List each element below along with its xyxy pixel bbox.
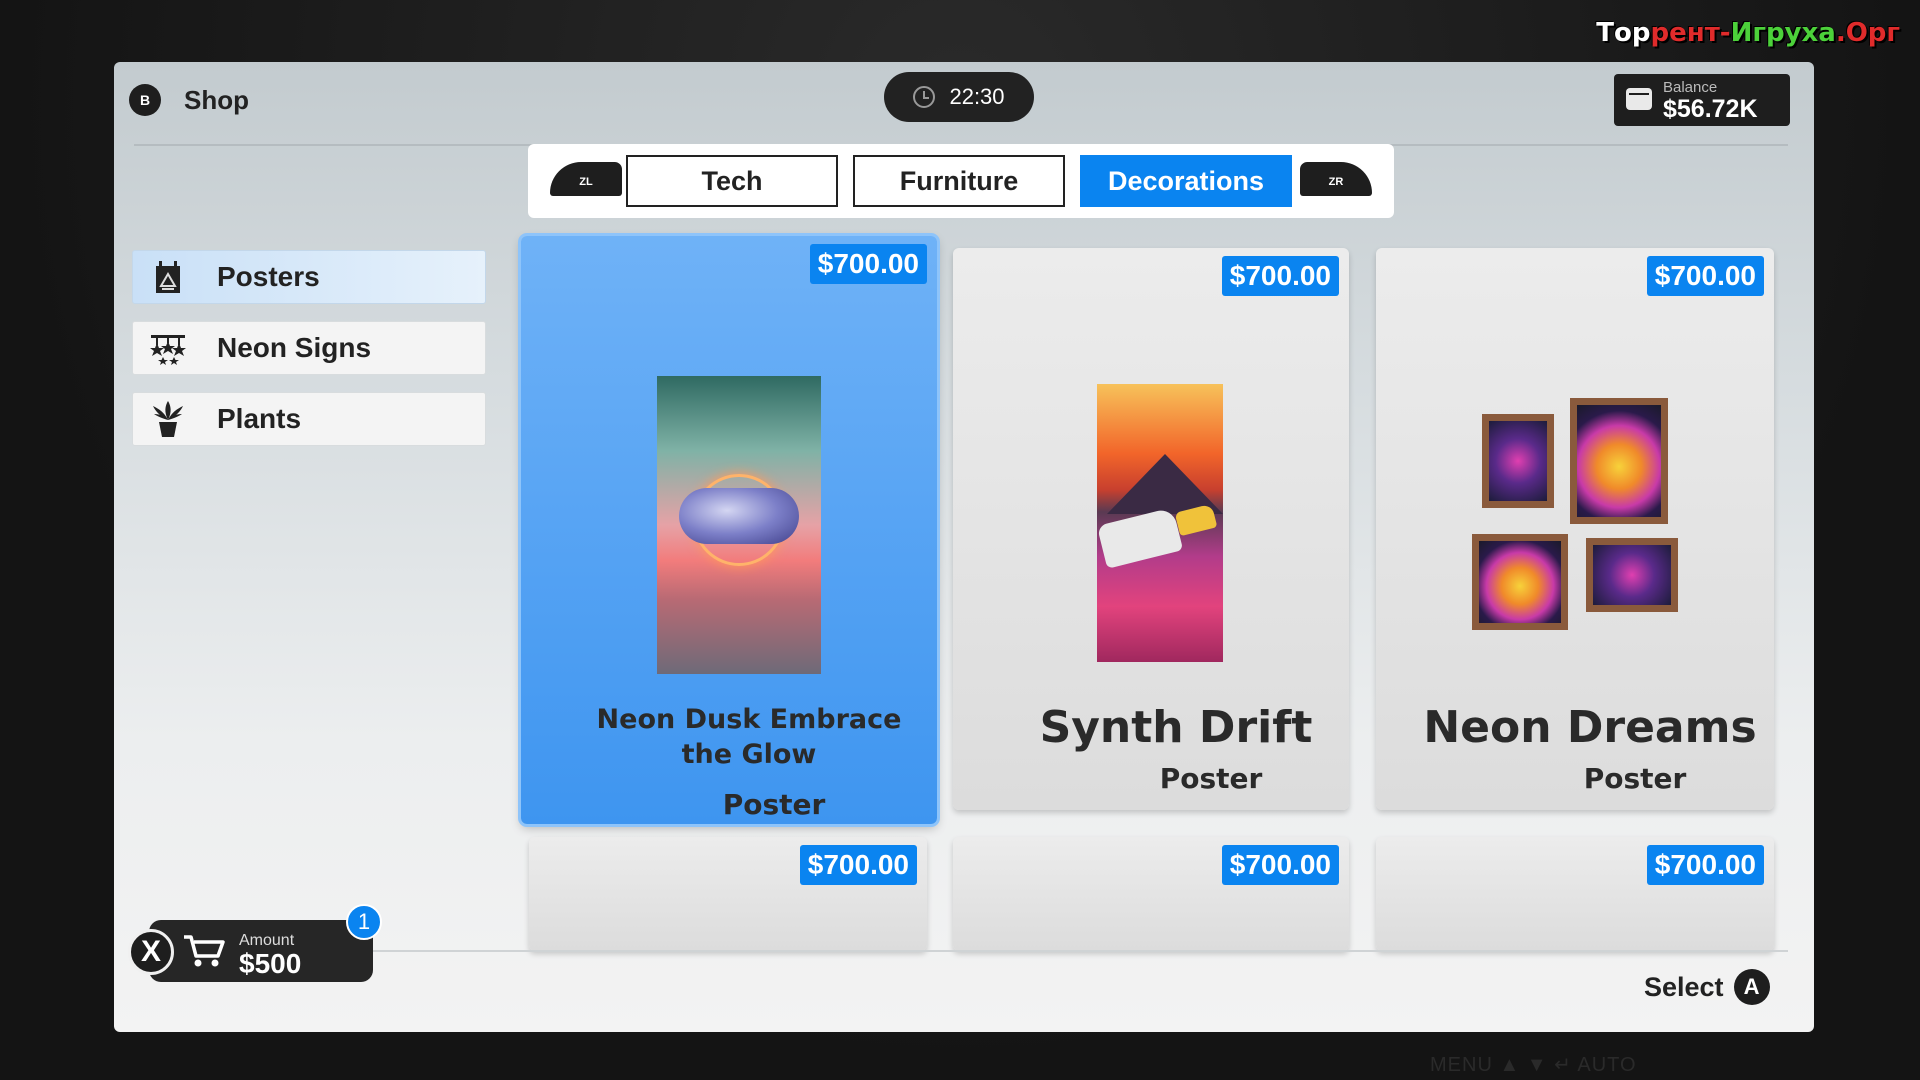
tab-furniture[interactable]: Furniture <box>853 155 1065 207</box>
select-hint[interactable]: Select A <box>1644 969 1770 1005</box>
cart-amount-value: $500 <box>239 948 302 979</box>
price-tag: $700.00 <box>799 845 917 885</box>
product-card[interactable]: $700.00 <box>529 837 927 951</box>
tv-hud-labels: MENU ▲ ▼ ↵ AUTO <box>1430 1054 1637 1076</box>
cart-icon <box>183 934 225 968</box>
page-title: Shop <box>184 85 249 115</box>
poster-frame <box>1570 398 1668 524</box>
cart-count-badge: 1 <box>346 904 382 940</box>
poster-icon <box>149 258 187 296</box>
balance-label: Balance <box>1663 79 1718 96</box>
footer-divider <box>350 950 1788 952</box>
product-type: Poster <box>1583 762 1687 795</box>
product-type: Poster <box>1159 762 1263 795</box>
poster-artwork <box>657 376 821 674</box>
price-tag: $700.00 <box>1221 256 1339 296</box>
sidebar-item-neon-signs[interactable]: Neon Signs <box>132 321 486 375</box>
zl-bumper-button[interactable]: ZL <box>550 162 622 196</box>
cloud <box>679 488 799 544</box>
price-tag: $700.00 <box>809 244 927 284</box>
product-card-neon-dreams[interactable]: $700.00 Neon Dreams Poster <box>1376 248 1774 810</box>
clock-time: 22:30 <box>949 84 1005 109</box>
balance-value: $56.72K <box>1663 95 1758 123</box>
tab-tech[interactable]: Tech <box>626 155 838 207</box>
select-label: Select <box>1644 971 1724 1002</box>
price-tag: $700.00 <box>1646 845 1764 885</box>
cart-summary[interactable]: Amount $500 <box>149 920 373 982</box>
plant-icon <box>149 400 187 438</box>
price-tag: $700.00 <box>1221 845 1339 885</box>
product-card[interactable]: $700.00 <box>1376 837 1774 951</box>
product-name: Neon Dusk Embrace the Glow <box>521 704 937 770</box>
zr-bumper-button[interactable]: ZR <box>1300 162 1372 196</box>
product-type: Poster <box>722 788 826 821</box>
clock: 22:30 <box>884 72 1034 122</box>
sidebar-item-label: Posters <box>217 261 320 292</box>
sidebar-item-plants[interactable]: Plants <box>132 392 486 446</box>
shop-screen: B Shop 22:30 Balance $56.72K ZL Tech Fur… <box>114 62 1814 1032</box>
product-name-line2: the Glow <box>681 739 817 770</box>
tab-decorations[interactable]: Decorations <box>1080 155 1292 207</box>
back-button[interactable]: B <box>129 84 161 116</box>
poster-frame <box>1472 534 1568 630</box>
product-name-line1: Neon Dusk Embrace <box>596 704 902 735</box>
poster-frame <box>1586 538 1678 612</box>
balance-panel: Balance $56.72K <box>1614 74 1790 126</box>
a-button[interactable]: A <box>1733 969 1770 1005</box>
clock-icon <box>913 86 936 108</box>
sidebar-item-label: Neon Signs <box>217 332 372 363</box>
sidebar-item-posters[interactable]: Posters <box>132 250 486 304</box>
category-tabs: ZL Tech Furniture Decorations ZR <box>528 144 1394 218</box>
x-button[interactable]: X <box>128 929 174 975</box>
sidebar-item-label: Plants <box>217 403 302 434</box>
white-car <box>1096 507 1184 569</box>
wallet-icon <box>1626 88 1652 110</box>
product-card-neon-dusk[interactable]: $700.00 Neon Dusk Embrace the Glow Poste… <box>521 236 937 824</box>
product-card-synth-drift[interactable]: $700.00 Synth Drift Poster <box>953 248 1349 810</box>
product-name: Neon Dreams <box>1423 702 1757 753</box>
neon-sign-icon <box>149 329 187 367</box>
price-tag: $700.00 <box>1646 256 1764 296</box>
product-name: Synth Drift <box>1039 702 1313 753</box>
poster-artwork <box>1096 384 1223 662</box>
poster-frame <box>1482 414 1554 508</box>
product-card[interactable]: $700.00 <box>953 837 1349 951</box>
watermark: Торрент-Игруха.Орг <box>1596 18 1900 48</box>
